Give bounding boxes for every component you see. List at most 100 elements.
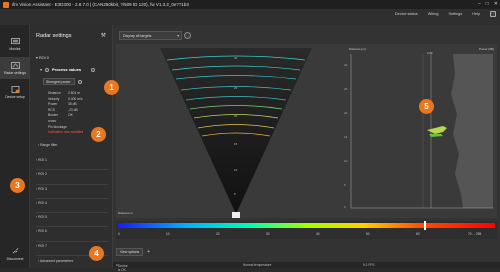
- advanced-parameters-toggle[interactable]: › Advanced parameters: [38, 259, 73, 263]
- nav-radar-settings-label: Radar settings: [4, 70, 26, 75]
- bottom-tabs: View options +: [116, 248, 150, 256]
- settings-link[interactable]: Settings: [448, 12, 462, 16]
- callout-badge: 4: [89, 246, 104, 261]
- target-selection-dropdown[interactable]: Strongest power: [43, 78, 75, 85]
- roi-item[interactable]: › ROI 1: [36, 156, 108, 171]
- radar-cone: [160, 48, 312, 214]
- range-label: 15: [234, 142, 238, 146]
- window-title: ifm Vision Assistant - E3D300 - 2.8.7.0 …: [12, 2, 189, 7]
- y-tick: 15: [344, 135, 348, 139]
- target-info-button[interactable]: [184, 32, 191, 39]
- process-values-label: Process values: [52, 67, 82, 72]
- cursor-value: 2.80: [427, 51, 433, 55]
- settings-title: Radar settings: [36, 33, 72, 39]
- roi-item[interactable]: › ROI 2: [36, 170, 108, 185]
- device-setup-icon: [11, 85, 19, 93]
- scale-label: 0: [118, 232, 120, 236]
- roi-item[interactable]: › ROI 3: [36, 185, 108, 199]
- measurement-list: Distance 2.801 m Velocity 0.000 m/s Power 3…: [48, 91, 83, 136]
- y-tick: 20: [344, 111, 348, 115]
- roi-item[interactable]: › ROI 5: [36, 213, 108, 228]
- close-button[interactable]: ✕: [494, 1, 498, 7]
- wrench-icon[interactable]: ⚒: [101, 32, 106, 39]
- fps-status: 5.2 FPS: [363, 263, 375, 267]
- color-scale-labels: 0 10 20 30 40 50 60 70 ... 255: [118, 232, 482, 236]
- settings-panel: Radar settings ⚒ ▾ ROI 0 ▾ Process value…: [30, 25, 113, 268]
- temperature-status: Normal temperature: [243, 263, 272, 267]
- distance-power-chart[interactable]: Distance [m] Power [dB] 30 25 20 15 10 5…: [343, 44, 497, 218]
- roi0-header[interactable]: ▾ ROI 0: [36, 55, 49, 60]
- window-controls: – □ ✕: [478, 1, 498, 7]
- radar-view[interactable]: 30 25 20 15 10 5 Distance m: [116, 44, 352, 218]
- measurement-row: Border cross OK: [48, 113, 73, 123]
- chevron-down-icon: ▾: [40, 67, 43, 72]
- range-label: 30: [234, 56, 238, 60]
- maximize-button[interactable]: □: [486, 1, 489, 7]
- nav-monitor-label: Monitor: [9, 46, 21, 51]
- y-tick: 0: [344, 205, 346, 209]
- scale-label: 50: [366, 232, 370, 236]
- help-link[interactable]: Help: [472, 12, 480, 16]
- range-filter-toggle[interactable]: › Range filter: [38, 143, 57, 147]
- sensor-marker: [232, 212, 240, 218]
- left-nav: Monitor Radar settings Device setup Disc…: [0, 25, 30, 268]
- color-gradient: [118, 223, 495, 228]
- scale-label: 30: [266, 232, 270, 236]
- scale-label: 10: [166, 232, 170, 236]
- nav-disconnect[interactable]: Disconnect: [0, 243, 30, 265]
- callout-badge: 2: [91, 127, 106, 142]
- scale-label: 40: [316, 232, 320, 236]
- power-profile: [451, 54, 493, 208]
- tab-view-options[interactable]: View options: [116, 248, 144, 256]
- radar-settings-icon: [10, 61, 20, 69]
- distance-label: Distance m: [118, 211, 134, 215]
- roi-item[interactable]: › ROI 6: [36, 227, 108, 242]
- status-bar: ● Device is OK Normal temperature 5.2 FP…: [113, 262, 500, 272]
- nav-device-setup[interactable]: Device setup: [0, 81, 30, 103]
- roi-item[interactable]: › ROI 4: [36, 199, 108, 214]
- device-status: ● Device is OK: [116, 263, 128, 272]
- scale-label: 70 ... 255: [468, 232, 482, 236]
- callout-badge: 1: [104, 80, 119, 95]
- device-status-link[interactable]: Device status: [395, 12, 418, 16]
- roi-list: › ROI 1 › ROI 2 › ROI 3 › ROI 4 › ROI 5 …: [36, 156, 108, 257]
- y-tick: 5: [344, 183, 346, 187]
- process-values-icon: [45, 67, 50, 72]
- color-scale-svg: 0 10 20 30 40 50 60 70 ... 255: [118, 221, 495, 236]
- display-targets-dropdown[interactable]: Display all targets ▾: [119, 31, 182, 40]
- range-label: 25: [234, 86, 238, 90]
- wiring-link[interactable]: Wiring: [428, 12, 439, 16]
- minimize-button[interactable]: –: [478, 1, 481, 7]
- process-values-row[interactable]: ▾ Process values: [40, 67, 96, 72]
- chart-y-label: Distance [m]: [349, 47, 366, 51]
- range-label: 20: [234, 114, 238, 118]
- top-links: Device status Wiring Settings Help: [395, 11, 496, 17]
- layout-icon[interactable]: [490, 11, 496, 17]
- app-logo-icon: [3, 1, 9, 8]
- add-tab-icon[interactable]: +: [147, 249, 150, 255]
- radar-cone-svg: 30 25 20 15 10 5 Distance m: [118, 48, 312, 218]
- disconnect-icon: [12, 247, 18, 253]
- callout-badge: 3: [10, 178, 25, 193]
- scale-label: 20: [216, 232, 220, 236]
- nav-radar-settings[interactable]: Radar settings: [0, 57, 30, 79]
- target-peak: [429, 134, 443, 137]
- chart-svg: Distance [m] Power [dB] 30 25 20 15 10 5…: [344, 47, 494, 209]
- monitor-icon: [10, 37, 20, 44]
- y-tick: 10: [344, 159, 348, 163]
- scale-label: 60: [416, 232, 420, 236]
- callout-badge: 5: [419, 99, 434, 114]
- info-icon[interactable]: [91, 67, 96, 72]
- chart-y2-label: Power [dB]: [479, 47, 494, 51]
- nav-monitor[interactable]: Monitor: [0, 33, 30, 55]
- color-scale: 0 10 20 30 40 50 60 70 ... 255: [116, 221, 497, 239]
- chart-y-ticks: 30 25 20 15 10 5 0: [344, 63, 348, 209]
- nav-device-setup-label: Device setup: [5, 94, 25, 99]
- y-tick: 25: [344, 87, 348, 91]
- title-bar: ifm Vision Assistant - E3D300 - 2.8.7.0 …: [0, 0, 500, 9]
- dropdown-info-icon[interactable]: [78, 79, 82, 84]
- scale-marker[interactable]: [424, 221, 426, 230]
- target-peak: [427, 126, 447, 134]
- range-label: 10: [234, 168, 238, 172]
- y-tick: 30: [344, 63, 348, 67]
